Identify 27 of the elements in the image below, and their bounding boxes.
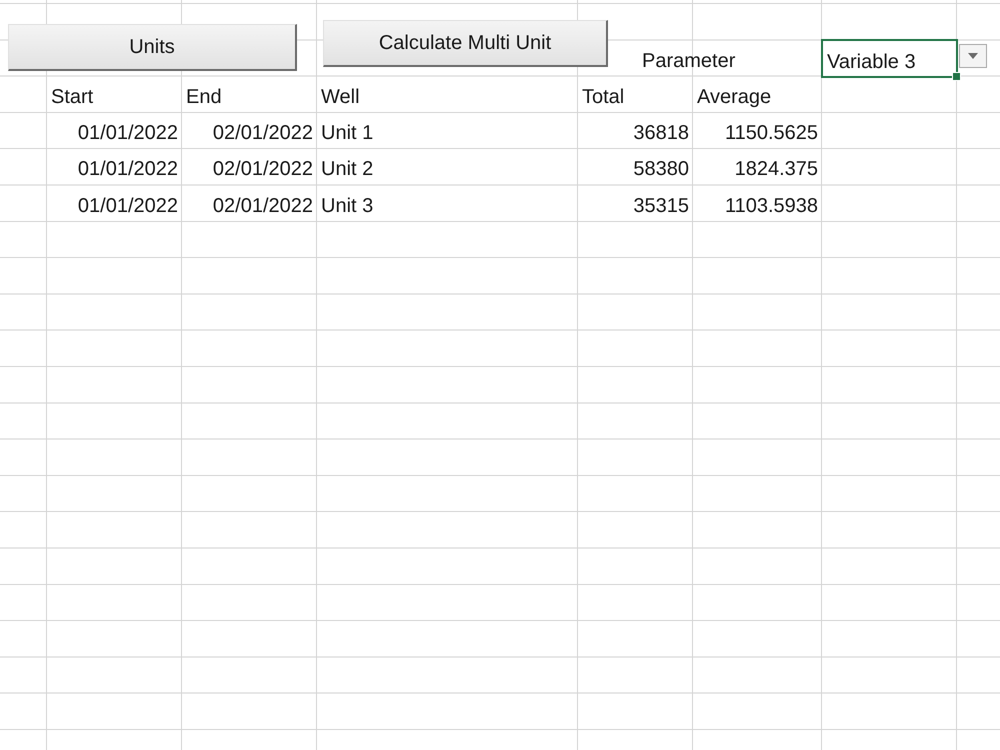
table-cell-text: 58380 xyxy=(632,158,690,182)
table-cell-text: 01/01/2022 xyxy=(76,158,179,182)
table-cell-text: Unit 3 xyxy=(320,194,374,219)
table-cell-text: 01/01/2022 xyxy=(76,194,179,219)
column-header: Start xyxy=(50,86,94,110)
table-cell-text: 36818 xyxy=(632,122,690,146)
table-cell-text: 01/01/2022 xyxy=(76,122,179,146)
column-header: End xyxy=(185,86,223,110)
macro-button[interactable]: Units xyxy=(8,24,297,71)
dropdown-button[interactable] xyxy=(959,44,987,68)
table-cell-text: 1150.5625 xyxy=(724,122,819,146)
table-cell-text: 02/01/2022 xyxy=(212,122,314,146)
parameter-dropdown-cell[interactable]: Variable 3 xyxy=(821,39,958,78)
column-header: Total xyxy=(581,86,626,110)
caret-icon xyxy=(968,53,978,60)
table-cell-text: 02/01/2022 xyxy=(212,158,314,182)
table-cell-text: 35315 xyxy=(632,194,690,219)
fill-handle[interactable] xyxy=(952,72,961,81)
parameter-label: Parameter xyxy=(641,50,736,74)
column-header: Well xyxy=(320,86,361,110)
macro-button[interactable]: Calculate Multi Unit xyxy=(323,20,608,67)
table-cell-text: Unit 2 xyxy=(320,158,374,182)
table-cell-text: 02/01/2022 xyxy=(212,194,314,219)
table-cell-text: 1824.375 xyxy=(734,158,819,182)
table-cell-text: Unit 1 xyxy=(320,122,374,146)
column-header: Average xyxy=(696,86,772,110)
table-cell-text: 1103.5938 xyxy=(724,194,819,219)
